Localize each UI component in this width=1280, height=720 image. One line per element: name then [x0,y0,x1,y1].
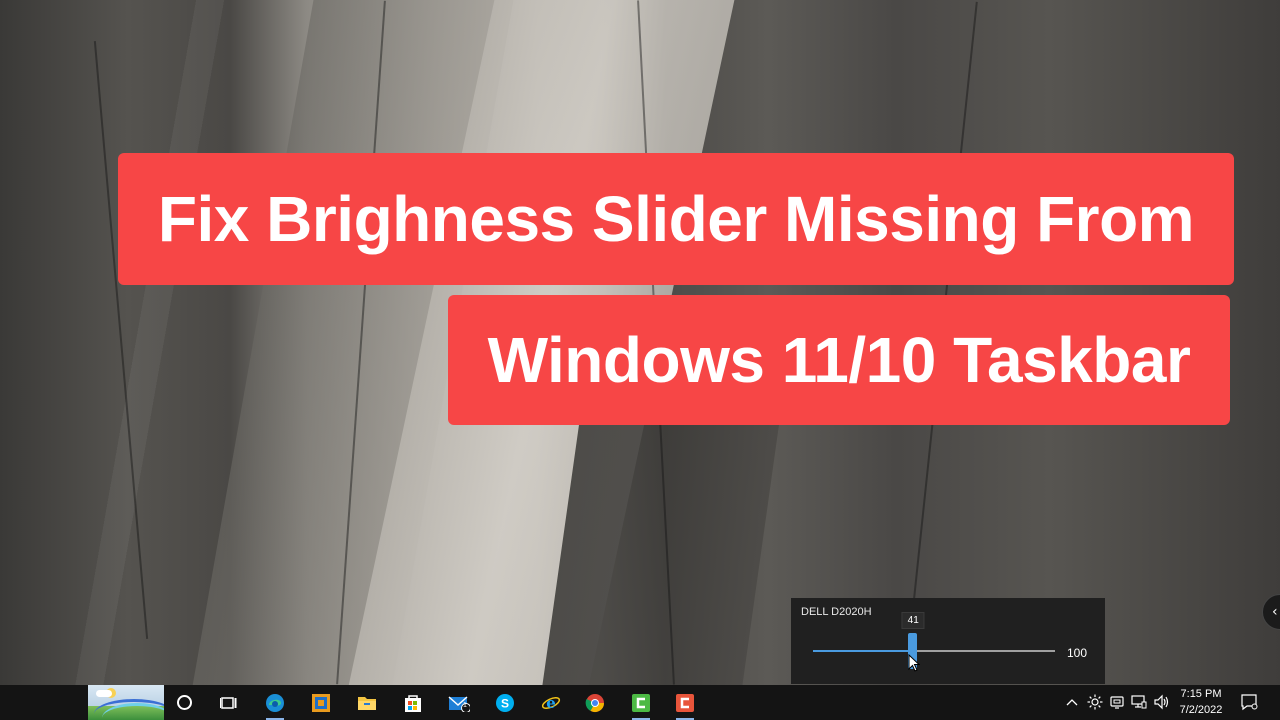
brightness-flyout: DELL D2020H 41 100 [791,598,1105,684]
title-banner-line1: Fix Brighness Slider Missing From [118,153,1234,285]
chevron-up-icon[interactable] [1063,693,1081,711]
mail-badge: 1 [463,702,467,709]
system-clock[interactable]: 7:15 PM 7/2/2022 [1170,686,1232,718]
onedrive-icon[interactable] [1108,693,1126,711]
camtasia-recorder-icon[interactable] [674,692,696,720]
remote-desktop-icon[interactable] [310,692,332,714]
title-banner-line2: Windows 11/10 Taskbar [448,295,1230,425]
brightness-slider-fill [813,650,913,652]
taskbar: 1 S e 7:15 PM 7/2/2022 [0,685,1280,720]
clock-date: 7/2/2022 [1179,704,1223,716]
cloud-icon [96,690,112,697]
volume-icon[interactable] [1152,693,1170,711]
search-icon[interactable] [177,695,192,710]
edge-icon[interactable] [264,692,286,720]
clock-time: 7:15 PM [1180,688,1222,700]
mail-icon[interactable]: 1 [448,692,470,714]
brightness-value-tooltip: 41 [901,612,925,629]
internet-explorer-icon[interactable]: e [540,692,562,714]
title-line1: Fix Brighness Slider Missing From [157,183,1195,255]
chrome-icon[interactable] [584,692,606,714]
action-center-icon[interactable] [1240,693,1258,711]
file-explorer-icon[interactable] [356,692,378,714]
brightness-max-label: 100 [1067,646,1088,660]
monitor-name: DELL D2020H [801,606,872,618]
brightness-icon[interactable] [1086,693,1104,711]
title-line2: Windows 11/10 Taskbar [487,324,1191,396]
store-icon[interactable] [402,692,424,714]
network-icon[interactable] [1130,693,1148,711]
skype-icon[interactable]: S [494,692,516,714]
mouse-cursor-icon [908,654,920,672]
camtasia-icon[interactable] [630,692,652,720]
task-view-icon[interactable] [218,692,240,714]
svg-text:e: e [546,694,556,712]
rock-crack [93,41,149,639]
svg-text:S: S [501,697,509,711]
brightness-slider-track[interactable] [813,650,1055,652]
weather-widget[interactable] [88,685,164,720]
chevron-left-icon: ‹ [1272,604,1278,620]
